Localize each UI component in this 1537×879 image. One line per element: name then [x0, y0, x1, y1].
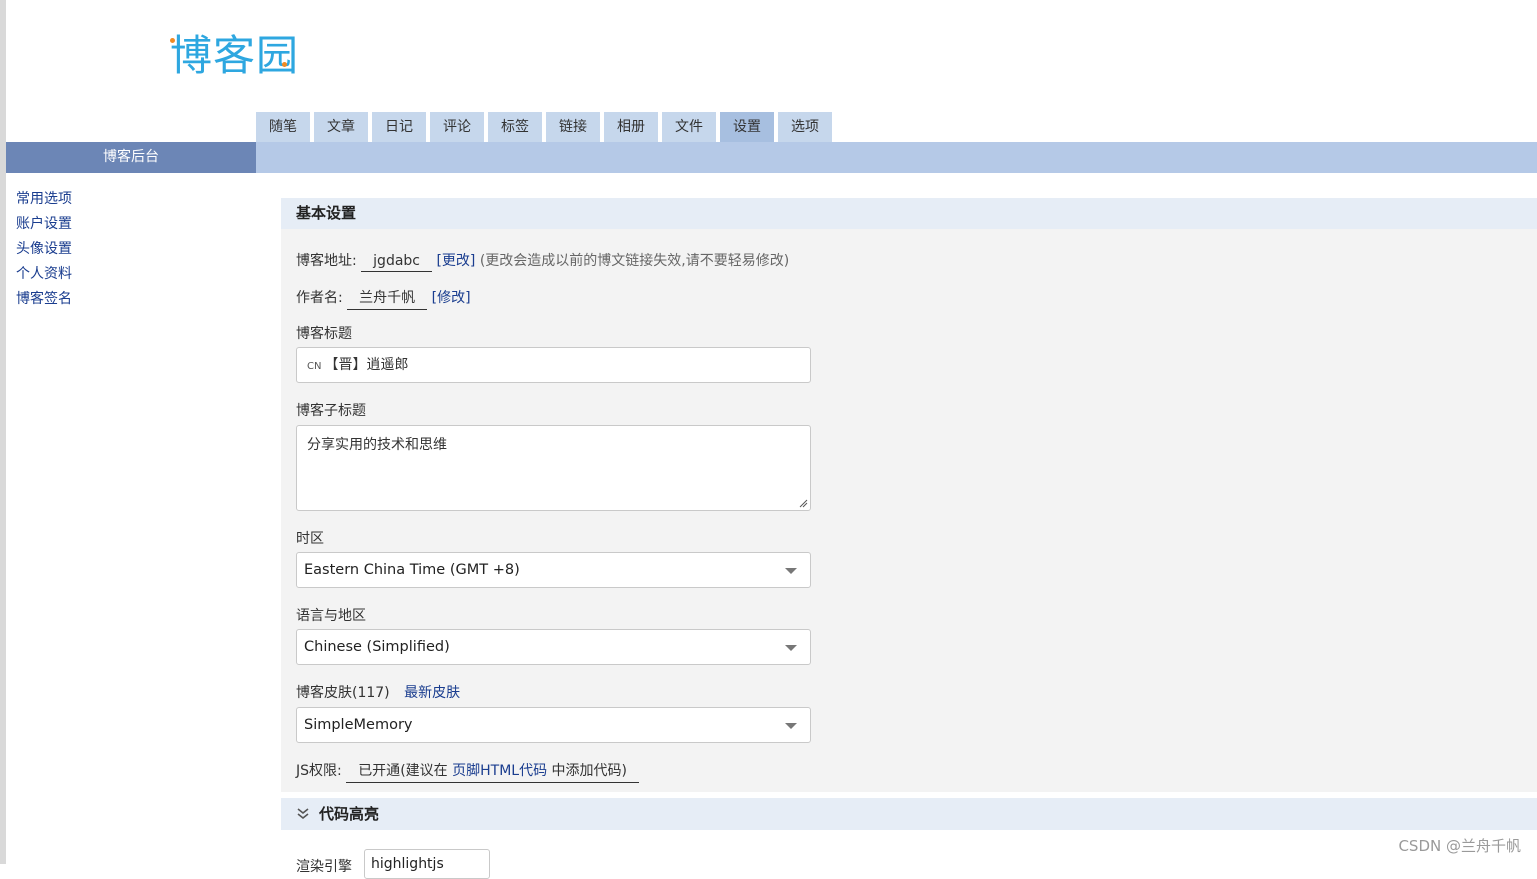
main-tabs: 随笔 文章 日记 评论 标签 链接 相册 文件 设置 选项 [256, 112, 836, 142]
timezone-select[interactable]: Eastern China Time (GMT +8) [296, 552, 811, 588]
render-engine-value: highlightjs [371, 856, 444, 872]
watermark: CSDN @兰舟千帆 [1398, 837, 1521, 855]
render-engine-select[interactable]: highlightjs [364, 849, 490, 879]
resize-handle-icon[interactable] [799, 499, 808, 508]
footer-html-link[interactable]: 页脚HTML代码 [452, 763, 547, 779]
subtitle-textarea[interactable]: 分享实用的技术和思维 [296, 425, 811, 511]
sidebar-item-avatar-settings[interactable]: 头像设置 [16, 237, 72, 262]
tab-settings[interactable]: 设置 [720, 112, 774, 142]
skin-label: 博客皮肤(117) [296, 685, 390, 701]
logo-dot [170, 38, 175, 43]
author-value: 兰舟千帆 [347, 287, 428, 310]
skin-value: SimpleMemory [304, 717, 413, 733]
logo-text: 博客园 [170, 31, 300, 80]
js-permission-row: JS权限: 已开通(建议在 页脚HTML代码 中添加代码) [296, 760, 639, 783]
language-value: Chinese (Simplified) [304, 639, 450, 655]
timezone-value: Eastern China Time (GMT +8) [304, 562, 520, 578]
blog-title-prefix: CN [307, 361, 322, 372]
top-bar [256, 142, 1537, 173]
sidebar-item-account-settings[interactable]: 账户设置 [16, 212, 72, 237]
blog-address-row: 博客地址: jgdabc [更改] (更改会造成以前的博文链接失效,请不要轻易修… [296, 250, 789, 272]
timezone-label: 时区 [296, 531, 324, 547]
author-label: 作者名: [296, 290, 343, 306]
blog-address-change-link[interactable]: [更改] [436, 253, 475, 269]
sidebar-title: 博客后台 [6, 142, 256, 173]
code-highlight-panel[interactable]: 代码高亮 [281, 798, 1537, 830]
chevron-down-icon [785, 645, 797, 651]
tab-comments[interactable]: 评论 [430, 112, 484, 142]
skin-select[interactable]: SimpleMemory [296, 707, 811, 743]
site-logo[interactable]: 博客园 [170, 22, 299, 80]
blog-title-input[interactable]: CN 【晋】逍遥郎 [296, 347, 811, 383]
sidebar-item-profile[interactable]: 个人资料 [16, 262, 72, 287]
js-hint-suffix: 中添加代码) [551, 763, 627, 779]
sidebar: 常用选项 账户设置 头像设置 个人资料 博客签名 [6, 173, 256, 864]
js-permission-status: 已开通(建议在 页脚HTML代码 中添加代码) [346, 760, 639, 783]
chevron-double-down-icon [297, 808, 309, 820]
main-content: 基本设置 博客地址: jgdabc [更改] (更改会造成以前的博文链接失效,请… [256, 173, 1537, 879]
author-row: 作者名: 兰舟千帆 [修改] [296, 287, 471, 310]
language-label: 语言与地区 [296, 608, 366, 624]
blog-title-label: 博客标题 [296, 326, 352, 342]
render-engine-label: 渲染引擎 [296, 859, 352, 875]
chevron-down-icon [785, 568, 797, 574]
tab-diary[interactable]: 日记 [372, 112, 426, 142]
latest-skins-link[interactable]: 最新皮肤 [404, 685, 460, 701]
js-permission-label: JS权限: [296, 763, 342, 779]
tab-files[interactable]: 文件 [662, 112, 716, 142]
logo-dot [282, 62, 287, 67]
tab-tags[interactable]: 标签 [488, 112, 542, 142]
author-change-link[interactable]: [修改] [432, 290, 471, 306]
tab-posts[interactable]: 随笔 [256, 112, 310, 142]
tab-links[interactable]: 链接 [546, 112, 600, 142]
chevron-down-icon [785, 723, 797, 729]
js-hint-prefix: (建议在 [400, 763, 448, 779]
basic-settings-panel: 基本设置 博客地址: jgdabc [更改] (更改会造成以前的博文链接失效,请… [281, 198, 1537, 792]
tab-articles[interactable]: 文章 [314, 112, 368, 142]
skin-label-row: 博客皮肤(117) 最新皮肤 [296, 682, 460, 702]
blog-title-value: 【晋】逍遥郎 [324, 357, 409, 373]
basic-settings-title: 基本设置 [281, 198, 1537, 229]
language-select[interactable]: Chinese (Simplified) [296, 629, 811, 665]
sidebar-item-blog-signature[interactable]: 博客签名 [16, 287, 72, 312]
blog-address-value: jgdabc [361, 253, 432, 272]
code-highlight-title: 代码高亮 [319, 805, 380, 823]
tab-options[interactable]: 选项 [778, 112, 832, 142]
subtitle-label: 博客子标题 [296, 403, 366, 419]
blog-address-hint: (更改会造成以前的博文链接失效,请不要轻易修改) [479, 253, 790, 269]
tab-albums[interactable]: 相册 [604, 112, 658, 142]
blog-address-label: 博客地址: [296, 253, 357, 269]
sidebar-item-common-options[interactable]: 常用选项 [16, 187, 72, 212]
sidebar-menu: 常用选项 账户设置 头像设置 个人资料 博客签名 [16, 187, 72, 312]
js-status-text: 已开通 [358, 763, 401, 779]
subtitle-value: 分享实用的技术和思维 [307, 437, 447, 453]
